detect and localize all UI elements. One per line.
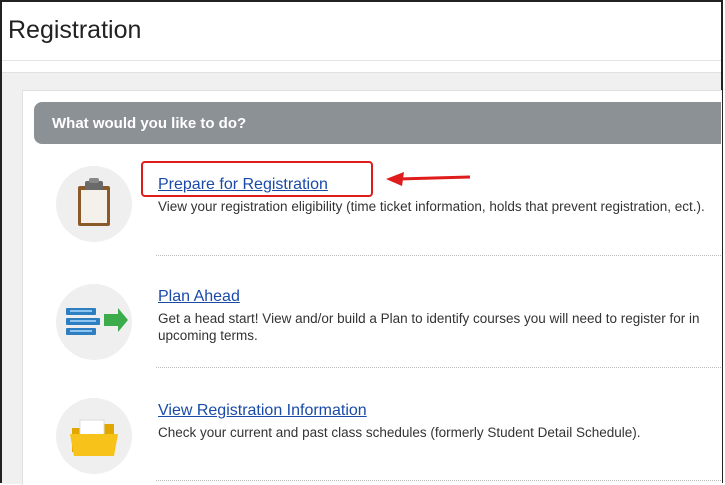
panel-header: What would you like to do?	[34, 102, 721, 144]
list-item-prepare-registration: Prepare for Registration View your regis…	[34, 146, 721, 256]
divider	[156, 480, 721, 481]
folder-icon	[56, 398, 132, 474]
page-title: Registration	[8, 16, 142, 44]
plan-ahead-description: Get a head start! View and/or build a Pl…	[158, 311, 700, 343]
clipboard-icon	[56, 166, 132, 242]
prepare-registration-description: View your registration eligibility (time…	[158, 199, 705, 214]
list-item-plan-ahead: Plan Ahead Get a head start! View and/or…	[34, 256, 721, 368]
view-registration-information-description: Check your current and past class schedu…	[158, 425, 641, 440]
annotation-highlight-box	[141, 161, 373, 197]
view-registration-information-link[interactable]: View Registration Information	[158, 402, 367, 420]
list-item-view-registration-information: View Registration Information Check your…	[34, 368, 721, 483]
plan-list-icon	[56, 284, 132, 360]
annotation-arrow-icon	[386, 172, 471, 186]
page-header: Registration	[2, 2, 721, 61]
plan-ahead-link[interactable]: Plan Ahead	[158, 288, 240, 306]
panel-header-text: What would you like to do?	[52, 115, 247, 132]
